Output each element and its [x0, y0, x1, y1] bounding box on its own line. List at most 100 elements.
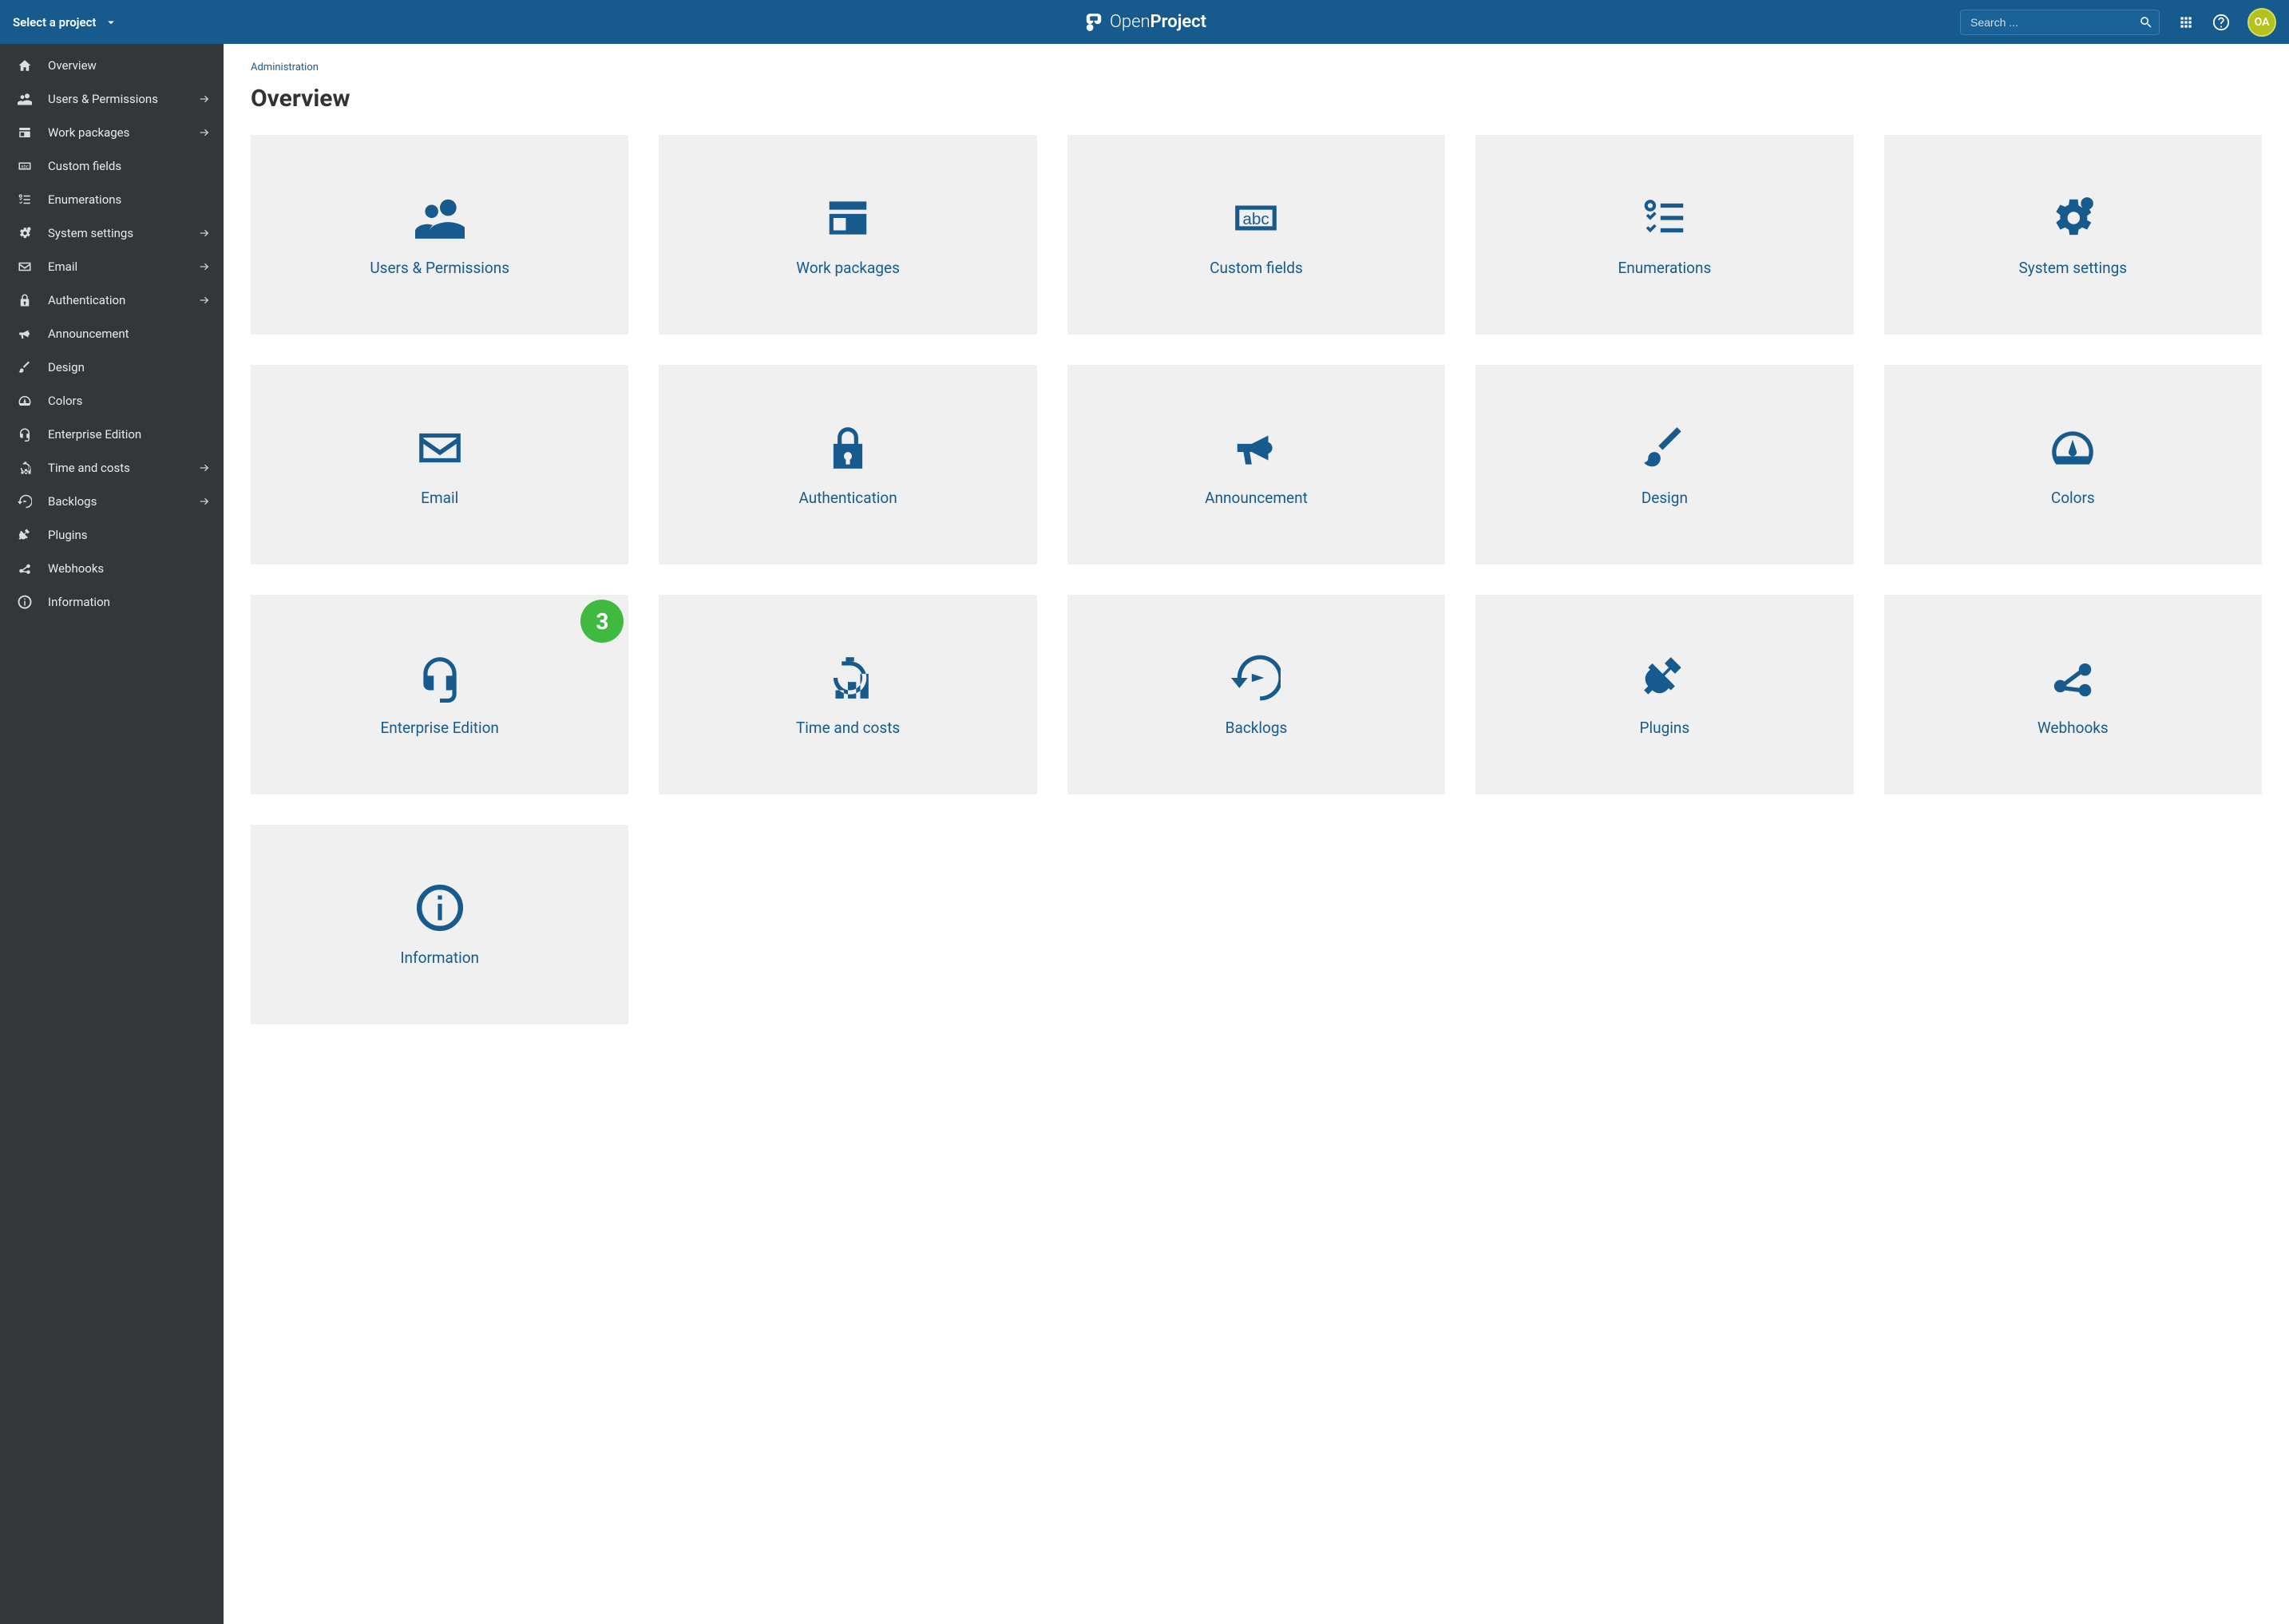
tile-backlogs[interactable]: Backlogs: [1067, 595, 1445, 794]
plug-icon: [1640, 653, 1689, 703]
tile-headset[interactable]: 3 Enterprise Edition: [251, 595, 628, 794]
sidebar-item-backlogs[interactable]: Backlogs: [0, 485, 224, 518]
header-right: OA: [1960, 8, 2276, 37]
tile-grid: Users & Permissions Work packages Custom f…: [251, 135, 2262, 1024]
tile-workpackage[interactable]: Work packages: [659, 135, 1036, 335]
tile-label: Users & Permissions: [370, 259, 509, 277]
logo-text-bold: Project: [1150, 12, 1207, 32]
sidebar-item-label: Users & Permissions: [48, 92, 198, 106]
header: Select a project OpenProject OA: [0, 0, 2289, 44]
arrow-right-icon: [198, 495, 211, 508]
page-title: Overview: [251, 85, 2262, 113]
modules-icon[interactable]: [2177, 14, 2195, 31]
sidebar-item-enumerations[interactable]: Enumerations: [0, 183, 224, 216]
customfields-icon: [16, 159, 34, 173]
sidebar-item-webhook[interactable]: Webhooks: [0, 552, 224, 585]
enumerations-icon: [1640, 193, 1689, 243]
arrow-right-icon: [198, 461, 211, 474]
home-icon: [16, 58, 34, 73]
tile-label: Work packages: [796, 259, 900, 277]
tile-gauge[interactable]: Colors: [1884, 365, 2262, 564]
tile-label: Webhooks: [2038, 719, 2109, 737]
sidebar-item-email[interactable]: Email: [0, 250, 224, 283]
sidebar-item-customfields[interactable]: Custom fields: [0, 149, 224, 183]
tile-plug[interactable]: Plugins: [1475, 595, 1853, 794]
backlogs-icon: [1231, 653, 1281, 703]
arrow-right-icon: [198, 294, 211, 307]
headset-icon: [415, 653, 465, 703]
tile-label: Authentication: [798, 489, 897, 507]
tile-lock[interactable]: Authentication: [659, 365, 1036, 564]
project-selector[interactable]: Select a project: [13, 15, 118, 30]
email-icon: [16, 259, 34, 274]
webhook-icon: [16, 561, 34, 576]
tile-bullhorn[interactable]: Announcement: [1067, 365, 1445, 564]
help-icon[interactable]: [2212, 14, 2230, 31]
tile-label: Plugins: [1640, 719, 1690, 737]
info-icon: [415, 883, 465, 933]
tile-email[interactable]: Email: [251, 365, 628, 564]
users-icon: [415, 193, 465, 243]
sidebar-item-label: Information: [48, 595, 211, 609]
enumerations-icon: [16, 192, 34, 207]
brush-icon: [1640, 423, 1689, 473]
brush-icon: [16, 360, 34, 374]
sidebar-item-timecosts[interactable]: Time and costs: [0, 451, 224, 485]
arrow-right-icon: [198, 93, 211, 105]
gauge-icon: [2048, 423, 2097, 473]
users-icon: [16, 92, 34, 106]
search-icon[interactable]: [2139, 15, 2153, 30]
sidebar-item-headset[interactable]: Enterprise Edition: [0, 418, 224, 451]
logo[interactable]: OpenProject: [1083, 12, 1206, 33]
sidebar-item-home[interactable]: Overview: [0, 49, 224, 82]
tile-enumerations[interactable]: Enumerations: [1475, 135, 1853, 335]
logo-text-light: Open: [1110, 12, 1150, 32]
tile-label: Custom fields: [1210, 259, 1303, 277]
sidebar-item-plug[interactable]: Plugins: [0, 518, 224, 552]
sidebar-item-brush[interactable]: Design: [0, 351, 224, 384]
arrow-right-icon: [198, 260, 211, 273]
sidebar-item-users[interactable]: Users & Permissions: [0, 82, 224, 116]
tile-users[interactable]: Users & Permissions: [251, 135, 628, 335]
tile-label: System settings: [2018, 259, 2127, 277]
workpackage-icon: [16, 125, 34, 140]
plug-icon: [16, 528, 34, 542]
sidebar-item-gauge[interactable]: Colors: [0, 384, 224, 418]
tile-label: Enumerations: [1618, 259, 1711, 277]
sidebar-item-workpackage[interactable]: Work packages: [0, 116, 224, 149]
sidebar-item-label: Webhooks: [48, 561, 211, 576]
tile-gears[interactable]: System settings: [1884, 135, 2262, 335]
bullhorn-icon: [1231, 423, 1281, 473]
search-wrap: [1960, 10, 2160, 35]
sidebar-item-label: Enterprise Edition: [48, 427, 211, 442]
tile-label: Enterprise Edition: [380, 719, 498, 737]
tile-label: Backlogs: [1226, 719, 1288, 737]
tile-customfields[interactable]: Custom fields: [1067, 135, 1445, 335]
sidebar-item-bullhorn[interactable]: Announcement: [0, 317, 224, 351]
headset-icon: [16, 427, 34, 442]
tile-info[interactable]: Information: [251, 825, 628, 1024]
customfields-icon: [1231, 193, 1281, 243]
tile-brush[interactable]: Design: [1475, 365, 1853, 564]
sidebar-item-label: Overview: [48, 58, 211, 73]
sidebar-item-info[interactable]: Information: [0, 585, 224, 619]
gauge-icon: [16, 394, 34, 408]
avatar[interactable]: OA: [2247, 8, 2276, 37]
sidebar-item-gears[interactable]: System settings: [0, 216, 224, 250]
tile-label: Email: [421, 489, 458, 507]
sidebar-item-label: Enumerations: [48, 192, 211, 207]
sidebar: Overview Users & Permissions Work packages…: [0, 44, 224, 1624]
email-icon: [415, 423, 465, 473]
tile-webhook[interactable]: Webhooks: [1884, 595, 2262, 794]
gears-icon: [2048, 193, 2097, 243]
sidebar-item-label: Backlogs: [48, 494, 198, 509]
sidebar-item-label: Authentication: [48, 293, 198, 307]
search-input[interactable]: [1960, 10, 2160, 35]
breadcrumb[interactable]: Administration: [251, 61, 2262, 73]
info-icon: [16, 595, 34, 609]
timecosts-icon: [16, 461, 34, 475]
tile-timecosts[interactable]: Time and costs: [659, 595, 1036, 794]
tile-badge: 3: [580, 600, 624, 643]
sidebar-item-lock[interactable]: Authentication: [0, 283, 224, 317]
gears-icon: [16, 226, 34, 240]
